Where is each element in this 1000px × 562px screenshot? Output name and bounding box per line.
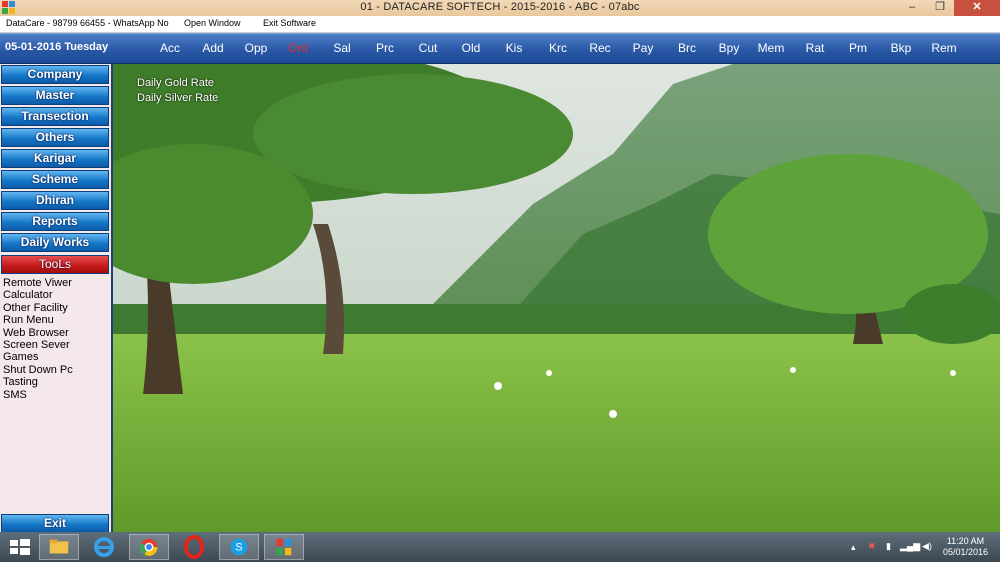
sidebar-tools-button[interactable]: TooLs bbox=[1, 255, 109, 274]
toolbar: 05-01-2016 Tuesday Acc Add Opp Ord Sal P… bbox=[0, 33, 1000, 65]
toolbar-ord[interactable]: Ord bbox=[278, 41, 318, 55]
toolbar-opp[interactable]: Opp bbox=[236, 41, 276, 55]
tools-list: Remote Viwer Calculator Other Facility R… bbox=[3, 277, 73, 401]
sidebar-exit-button[interactable]: Exit bbox=[1, 514, 109, 533]
current-date: 05-01-2016 Tuesday bbox=[5, 41, 109, 53]
taskbar: S ▴ ✖ ▮ ▂▄▆ ◀) 11:20 AM 05/01/2016 bbox=[0, 532, 1000, 562]
signal-icon[interactable]: ▂▄▆ bbox=[900, 541, 920, 552]
sidebar-company-button[interactable]: Company bbox=[1, 65, 109, 84]
skype-icon[interactable]: S bbox=[219, 534, 259, 560]
toolbar-bpy[interactable]: Bpy bbox=[709, 41, 749, 55]
toolbar-pm[interactable]: Pm bbox=[838, 41, 878, 55]
menu-open-window[interactable]: Open Window bbox=[184, 18, 241, 28]
sidebar-reports-button[interactable]: Reports bbox=[1, 212, 109, 231]
sidebar-transection-button[interactable]: Transection bbox=[1, 107, 109, 126]
title-bar: 01 - DATACARE SOFTECH - 2015-2016 - ABC … bbox=[0, 0, 1000, 16]
clock-time: 11:20 AM bbox=[946, 536, 985, 546]
file-explorer-icon[interactable] bbox=[39, 534, 79, 560]
tools-item-run-menu[interactable]: Run Menu bbox=[3, 314, 73, 326]
rates-panel: Daily Gold Rate Daily Silver Rate bbox=[137, 76, 218, 106]
sidebar: Company Master Transection Others Kariga… bbox=[0, 64, 113, 533]
toolbar-rem[interactable]: Rem bbox=[924, 41, 964, 55]
tools-item-games[interactable]: Games bbox=[3, 351, 73, 363]
toolbar-rec[interactable]: Rec bbox=[580, 41, 620, 55]
sidebar-master-button[interactable]: Master bbox=[1, 86, 109, 105]
minimize-button[interactable]: – bbox=[898, 0, 926, 16]
tools-item-web-browser[interactable]: Web Browser bbox=[3, 327, 73, 339]
svg-text:S: S bbox=[235, 542, 242, 554]
toolbar-acc[interactable]: Acc bbox=[150, 41, 190, 55]
tools-item-tasting[interactable]: Tasting bbox=[3, 376, 73, 388]
tools-item-calculator[interactable]: Calculator bbox=[3, 289, 73, 301]
toolbar-bkp[interactable]: Bkp bbox=[881, 41, 921, 55]
toolbar-old[interactable]: Old bbox=[451, 41, 491, 55]
volume-icon[interactable]: ◀) bbox=[922, 541, 932, 552]
internet-explorer-icon[interactable] bbox=[84, 534, 124, 560]
toolbar-add[interactable]: Add bbox=[193, 41, 233, 55]
network-warning-icon[interactable]: ✖ bbox=[868, 541, 876, 552]
toolbar-krc[interactable]: Krc bbox=[538, 41, 578, 55]
tools-item-remote-viwer[interactable]: Remote Viwer bbox=[3, 277, 73, 289]
tools-item-sms[interactable]: SMS bbox=[3, 389, 73, 401]
toolbar-pay[interactable]: Pay bbox=[623, 41, 663, 55]
toolbar-brc[interactable]: Brc bbox=[667, 41, 707, 55]
toolbar-rat[interactable]: Rat bbox=[795, 41, 835, 55]
tools-item-shut-down-pc[interactable]: Shut Down Pc bbox=[3, 364, 73, 376]
tools-item-other-facility[interactable]: Other Facility bbox=[3, 302, 73, 314]
tools-item-screen-sever[interactable]: Screen Sever bbox=[3, 339, 73, 351]
clock-date: 05/01/2016 bbox=[942, 547, 988, 557]
menu-contact-info[interactable]: DataCare - 98799 66455 - WhatsApp No bbox=[6, 18, 169, 28]
sidebar-dhiran-button[interactable]: Dhiran bbox=[1, 191, 109, 210]
chrome-icon[interactable] bbox=[129, 534, 169, 560]
landscape-wallpaper-image bbox=[113, 64, 1000, 532]
opera-icon[interactable] bbox=[174, 534, 214, 560]
restore-button[interactable]: ❐ bbox=[926, 0, 954, 16]
taskbar-clock[interactable]: 11:20 AM 05/01/2016 bbox=[943, 536, 988, 558]
main-background: Daily Gold Rate Daily Silver Rate bbox=[113, 64, 1000, 532]
toolbar-sal[interactable]: Sal bbox=[322, 41, 362, 55]
sidebar-karigar-button[interactable]: Karigar bbox=[1, 149, 109, 168]
datacare-app-icon[interactable] bbox=[264, 534, 304, 560]
menu-bar: DataCare - 98799 66455 - WhatsApp No Ope… bbox=[0, 16, 1000, 33]
show-hidden-icons-chevron-icon[interactable]: ▴ bbox=[851, 542, 856, 553]
battery-icon[interactable]: ▮ bbox=[886, 541, 891, 552]
toolbar-cut[interactable]: Cut bbox=[408, 41, 448, 55]
toolbar-kis[interactable]: Kis bbox=[494, 41, 534, 55]
window-title: 01 - DATACARE SOFTECH - 2015-2016 - ABC … bbox=[360, 1, 640, 13]
silver-rate-label[interactable]: Daily Silver Rate bbox=[137, 91, 218, 106]
close-button[interactable]: ✕ bbox=[954, 0, 1000, 16]
toolbar-mem[interactable]: Mem bbox=[751, 41, 791, 55]
sidebar-others-button[interactable]: Others bbox=[1, 128, 109, 147]
sidebar-daily-works-button[interactable]: Daily Works bbox=[1, 233, 109, 252]
sidebar-scheme-button[interactable]: Scheme bbox=[1, 170, 109, 189]
windows-start-icon[interactable] bbox=[0, 534, 40, 560]
menu-exit-software[interactable]: Exit Software bbox=[263, 18, 316, 28]
toolbar-prc[interactable]: Prc bbox=[365, 41, 405, 55]
gold-rate-label[interactable]: Daily Gold Rate bbox=[137, 76, 218, 91]
